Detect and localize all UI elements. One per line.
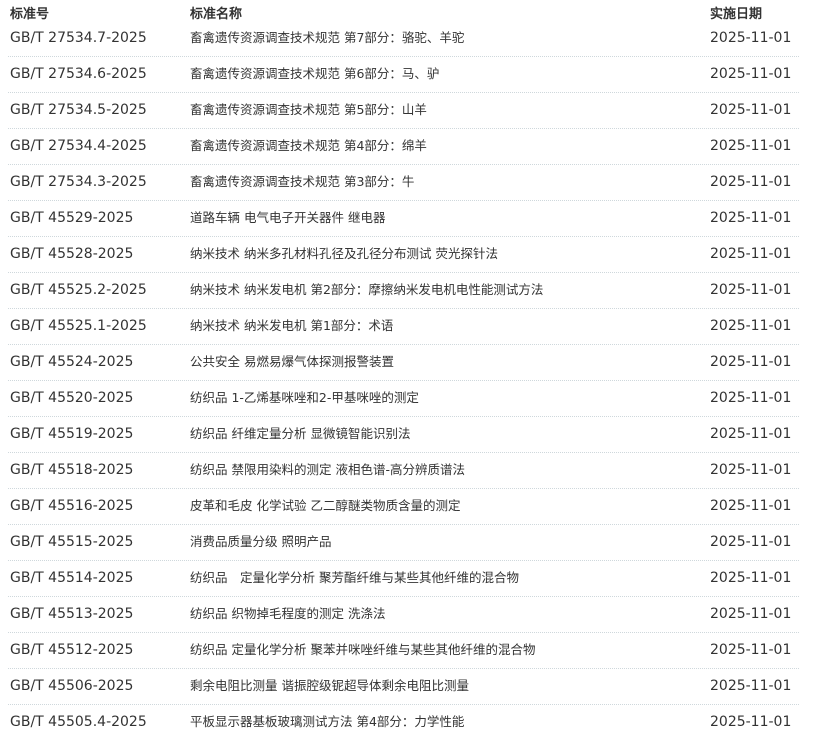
standard-code[interactable]: GB/T 45512-2025 bbox=[10, 641, 133, 659]
table-row[interactable]: GB/T 45525.1-2025 纳米技术 纳米发电机 第1部分：术语 2025-… bbox=[8, 309, 799, 345]
standards-page: 标准号 标准名称 实施日期 GB/T 27534.7-2025 畜禽遗传资源调查技… bbox=[0, 0, 817, 730]
effective-date: 2025-11-01 bbox=[710, 606, 792, 622]
effective-date: 2025-11-01 bbox=[710, 390, 792, 406]
standard-code[interactable]: GB/T 27534.7-2025 bbox=[10, 29, 147, 47]
table-row[interactable]: GB/T 45514-2025 纺织品 定量化学分析 聚芳酯纤维与某些其他纤维的混… bbox=[8, 561, 799, 597]
standard-code[interactable]: GB/T 45514-2025 bbox=[10, 569, 133, 587]
standard-code[interactable]: GB/T 45513-2025 bbox=[10, 605, 133, 623]
standard-name-link[interactable]: 畜禽遗传资源调查技术规范 第7部分：骆驼、羊驼 bbox=[190, 29, 464, 47]
standard-name-link[interactable]: 畜禽遗传资源调查技术规范 第4部分：绵羊 bbox=[190, 137, 427, 155]
effective-date: 2025-11-01 bbox=[710, 318, 792, 334]
table-row[interactable]: GB/T 45505.4-2025 平板显示器基板玻璃测试方法 第4部分：力学性能… bbox=[8, 705, 799, 740]
standard-code[interactable]: GB/T 45529-2025 bbox=[10, 209, 133, 227]
standard-code[interactable]: GB/T 45519-2025 bbox=[10, 425, 133, 443]
standard-name-link[interactable]: 纺织品 定量化学分析 聚芳酯纤维与某些其他纤维的混合物 bbox=[190, 569, 519, 587]
effective-date: 2025-11-01 bbox=[710, 498, 792, 514]
standard-name-link[interactable]: 纺织品 禁限用染料的测定 液相色谱-高分辨质谱法 bbox=[190, 461, 465, 479]
standard-code[interactable]: GB/T 45528-2025 bbox=[10, 245, 133, 263]
effective-date: 2025-11-01 bbox=[710, 462, 792, 478]
table-row[interactable]: GB/T 27534.5-2025 畜禽遗传资源调查技术规范 第5部分：山羊 202… bbox=[8, 93, 799, 129]
effective-date: 2025-11-01 bbox=[710, 570, 792, 586]
standard-code[interactable]: GB/T 27534.6-2025 bbox=[10, 65, 147, 83]
standard-code[interactable]: GB/T 27534.3-2025 bbox=[10, 173, 147, 191]
standard-code[interactable]: GB/T 45515-2025 bbox=[10, 533, 133, 551]
standard-code[interactable]: GB/T 45520-2025 bbox=[10, 389, 133, 407]
effective-date: 2025-11-01 bbox=[710, 426, 792, 442]
standard-code[interactable]: GB/T 45516-2025 bbox=[10, 497, 133, 515]
standard-name-link[interactable]: 平板显示器基板玻璃测试方法 第4部分：力学性能 bbox=[190, 713, 464, 731]
standard-name-link[interactable]: 皮革和毛皮 化学试验 乙二醇醚类物质含量的测定 bbox=[190, 497, 460, 515]
standards-table-body: GB/T 27534.7-2025 畜禽遗传资源调查技术规范 第7部分：骆驼、羊驼… bbox=[0, 21, 817, 740]
effective-date: 2025-11-01 bbox=[710, 138, 792, 154]
table-row[interactable]: GB/T 45528-2025 纳米技术 纳米多孔材料孔径及孔径分布测试 荧光探针… bbox=[8, 237, 799, 273]
effective-date: 2025-11-01 bbox=[710, 174, 792, 190]
standard-name-link[interactable]: 消费品质量分级 照明产品 bbox=[190, 533, 331, 551]
standard-name-link[interactable]: 纺织品 定量化学分析 聚苯并咪唑纤维与某些其他纤维的混合物 bbox=[190, 641, 535, 659]
table-row[interactable]: GB/T 27534.3-2025 畜禽遗传资源调查技术规范 第3部分：牛 2025… bbox=[8, 165, 799, 201]
standard-code[interactable]: GB/T 27534.5-2025 bbox=[10, 101, 147, 119]
standard-code[interactable]: GB/T 27534.4-2025 bbox=[10, 137, 147, 155]
table-row[interactable]: GB/T 45518-2025 纺织品 禁限用染料的测定 液相色谱-高分辨质谱法 2… bbox=[8, 453, 799, 489]
standard-name-link[interactable]: 道路车辆 电气电子开关器件 继电器 bbox=[190, 209, 385, 227]
standard-name-link[interactable]: 纳米技术 纳米多孔材料孔径及孔径分布测试 荧光探针法 bbox=[190, 245, 498, 263]
table-row[interactable]: GB/T 45515-2025 消费品质量分级 照明产品 2025-11-01 bbox=[8, 525, 799, 561]
header-standard-code: 标准号 bbox=[10, 7, 50, 22]
standard-name-link[interactable]: 公共安全 易燃易爆气体探测报警装置 bbox=[190, 353, 394, 371]
standard-name-link[interactable]: 纺织品 织物掉毛程度的测定 洗涤法 bbox=[190, 605, 385, 623]
standard-code[interactable]: GB/T 45506-2025 bbox=[10, 677, 133, 695]
effective-date: 2025-11-01 bbox=[710, 678, 792, 694]
standard-name-link[interactable]: 畜禽遗传资源调查技术规范 第6部分：马、驴 bbox=[190, 65, 439, 83]
standard-name-link[interactable]: 剩余电阻比测量 谐振腔级铌超导体剩余电阻比测量 bbox=[190, 677, 469, 695]
standard-name-link[interactable]: 畜禽遗传资源调查技术规范 第3部分：牛 bbox=[190, 173, 414, 191]
standard-code[interactable]: GB/T 45524-2025 bbox=[10, 353, 133, 371]
effective-date: 2025-11-01 bbox=[710, 642, 792, 658]
table-row[interactable]: GB/T 45520-2025 纺织品 1-乙烯基咪唑和2-甲基咪唑的测定 2025… bbox=[8, 381, 799, 417]
table-row[interactable]: GB/T 45506-2025 剩余电阻比测量 谐振腔级铌超导体剩余电阻比测量 20… bbox=[8, 669, 799, 705]
standard-name-link[interactable]: 纺织品 1-乙烯基咪唑和2-甲基咪唑的测定 bbox=[190, 389, 419, 407]
effective-date: 2025-11-01 bbox=[710, 354, 792, 370]
standard-code[interactable]: GB/T 45525.2-2025 bbox=[10, 281, 147, 299]
table-row[interactable]: GB/T 27534.4-2025 畜禽遗传资源调查技术规范 第4部分：绵羊 202… bbox=[8, 129, 799, 165]
table-row[interactable]: GB/T 45513-2025 纺织品 织物掉毛程度的测定 洗涤法 2025-11-… bbox=[8, 597, 799, 633]
table-row[interactable]: GB/T 45519-2025 纺织品 纤维定量分析 显微镜智能识别法 2025-1… bbox=[8, 417, 799, 453]
standard-name-link[interactable]: 畜禽遗传资源调查技术规范 第5部分：山羊 bbox=[190, 101, 427, 119]
effective-date: 2025-11-01 bbox=[710, 210, 792, 226]
effective-date: 2025-11-01 bbox=[710, 534, 792, 550]
table-row[interactable]: GB/T 45524-2025 公共安全 易燃易爆气体探测报警装置 2025-11-… bbox=[8, 345, 799, 381]
effective-date: 2025-11-01 bbox=[710, 246, 792, 262]
standard-name-link[interactable]: 纺织品 纤维定量分析 显微镜智能识别法 bbox=[190, 425, 410, 443]
standard-name-link[interactable]: 纳米技术 纳米发电机 第2部分：摩擦纳米发电机电性能测试方法 bbox=[190, 281, 543, 299]
header-standard-name: 标准名称 bbox=[190, 7, 243, 22]
effective-date: 2025-11-01 bbox=[710, 714, 792, 730]
effective-date: 2025-11-01 bbox=[710, 102, 792, 118]
header-effective-date: 实施日期 bbox=[710, 7, 763, 22]
standard-code[interactable]: GB/T 45518-2025 bbox=[10, 461, 133, 479]
standard-code[interactable]: GB/T 45505.4-2025 bbox=[10, 713, 147, 731]
effective-date: 2025-11-01 bbox=[710, 66, 792, 82]
table-row[interactable]: GB/T 45512-2025 纺织品 定量化学分析 聚苯并咪唑纤维与某些其他纤维… bbox=[8, 633, 799, 669]
effective-date: 2025-11-01 bbox=[710, 282, 792, 298]
table-row[interactable]: GB/T 27534.7-2025 畜禽遗传资源调查技术规范 第7部分：骆驼、羊驼… bbox=[8, 21, 799, 57]
table-row[interactable]: GB/T 27534.6-2025 畜禽遗传资源调查技术规范 第6部分：马、驴 20… bbox=[8, 57, 799, 93]
table-row[interactable]: GB/T 45525.2-2025 纳米技术 纳米发电机 第2部分：摩擦纳米发电机… bbox=[8, 273, 799, 309]
table-row[interactable]: GB/T 45529-2025 道路车辆 电气电子开关器件 继电器 2025-11-… bbox=[8, 201, 799, 237]
effective-date: 2025-11-01 bbox=[710, 30, 792, 46]
standard-code[interactable]: GB/T 45525.1-2025 bbox=[10, 317, 147, 335]
table-row[interactable]: GB/T 45516-2025 皮革和毛皮 化学试验 乙二醇醚类物质含量的测定 20… bbox=[8, 489, 799, 525]
standard-name-link[interactable]: 纳米技术 纳米发电机 第1部分：术语 bbox=[190, 317, 393, 335]
